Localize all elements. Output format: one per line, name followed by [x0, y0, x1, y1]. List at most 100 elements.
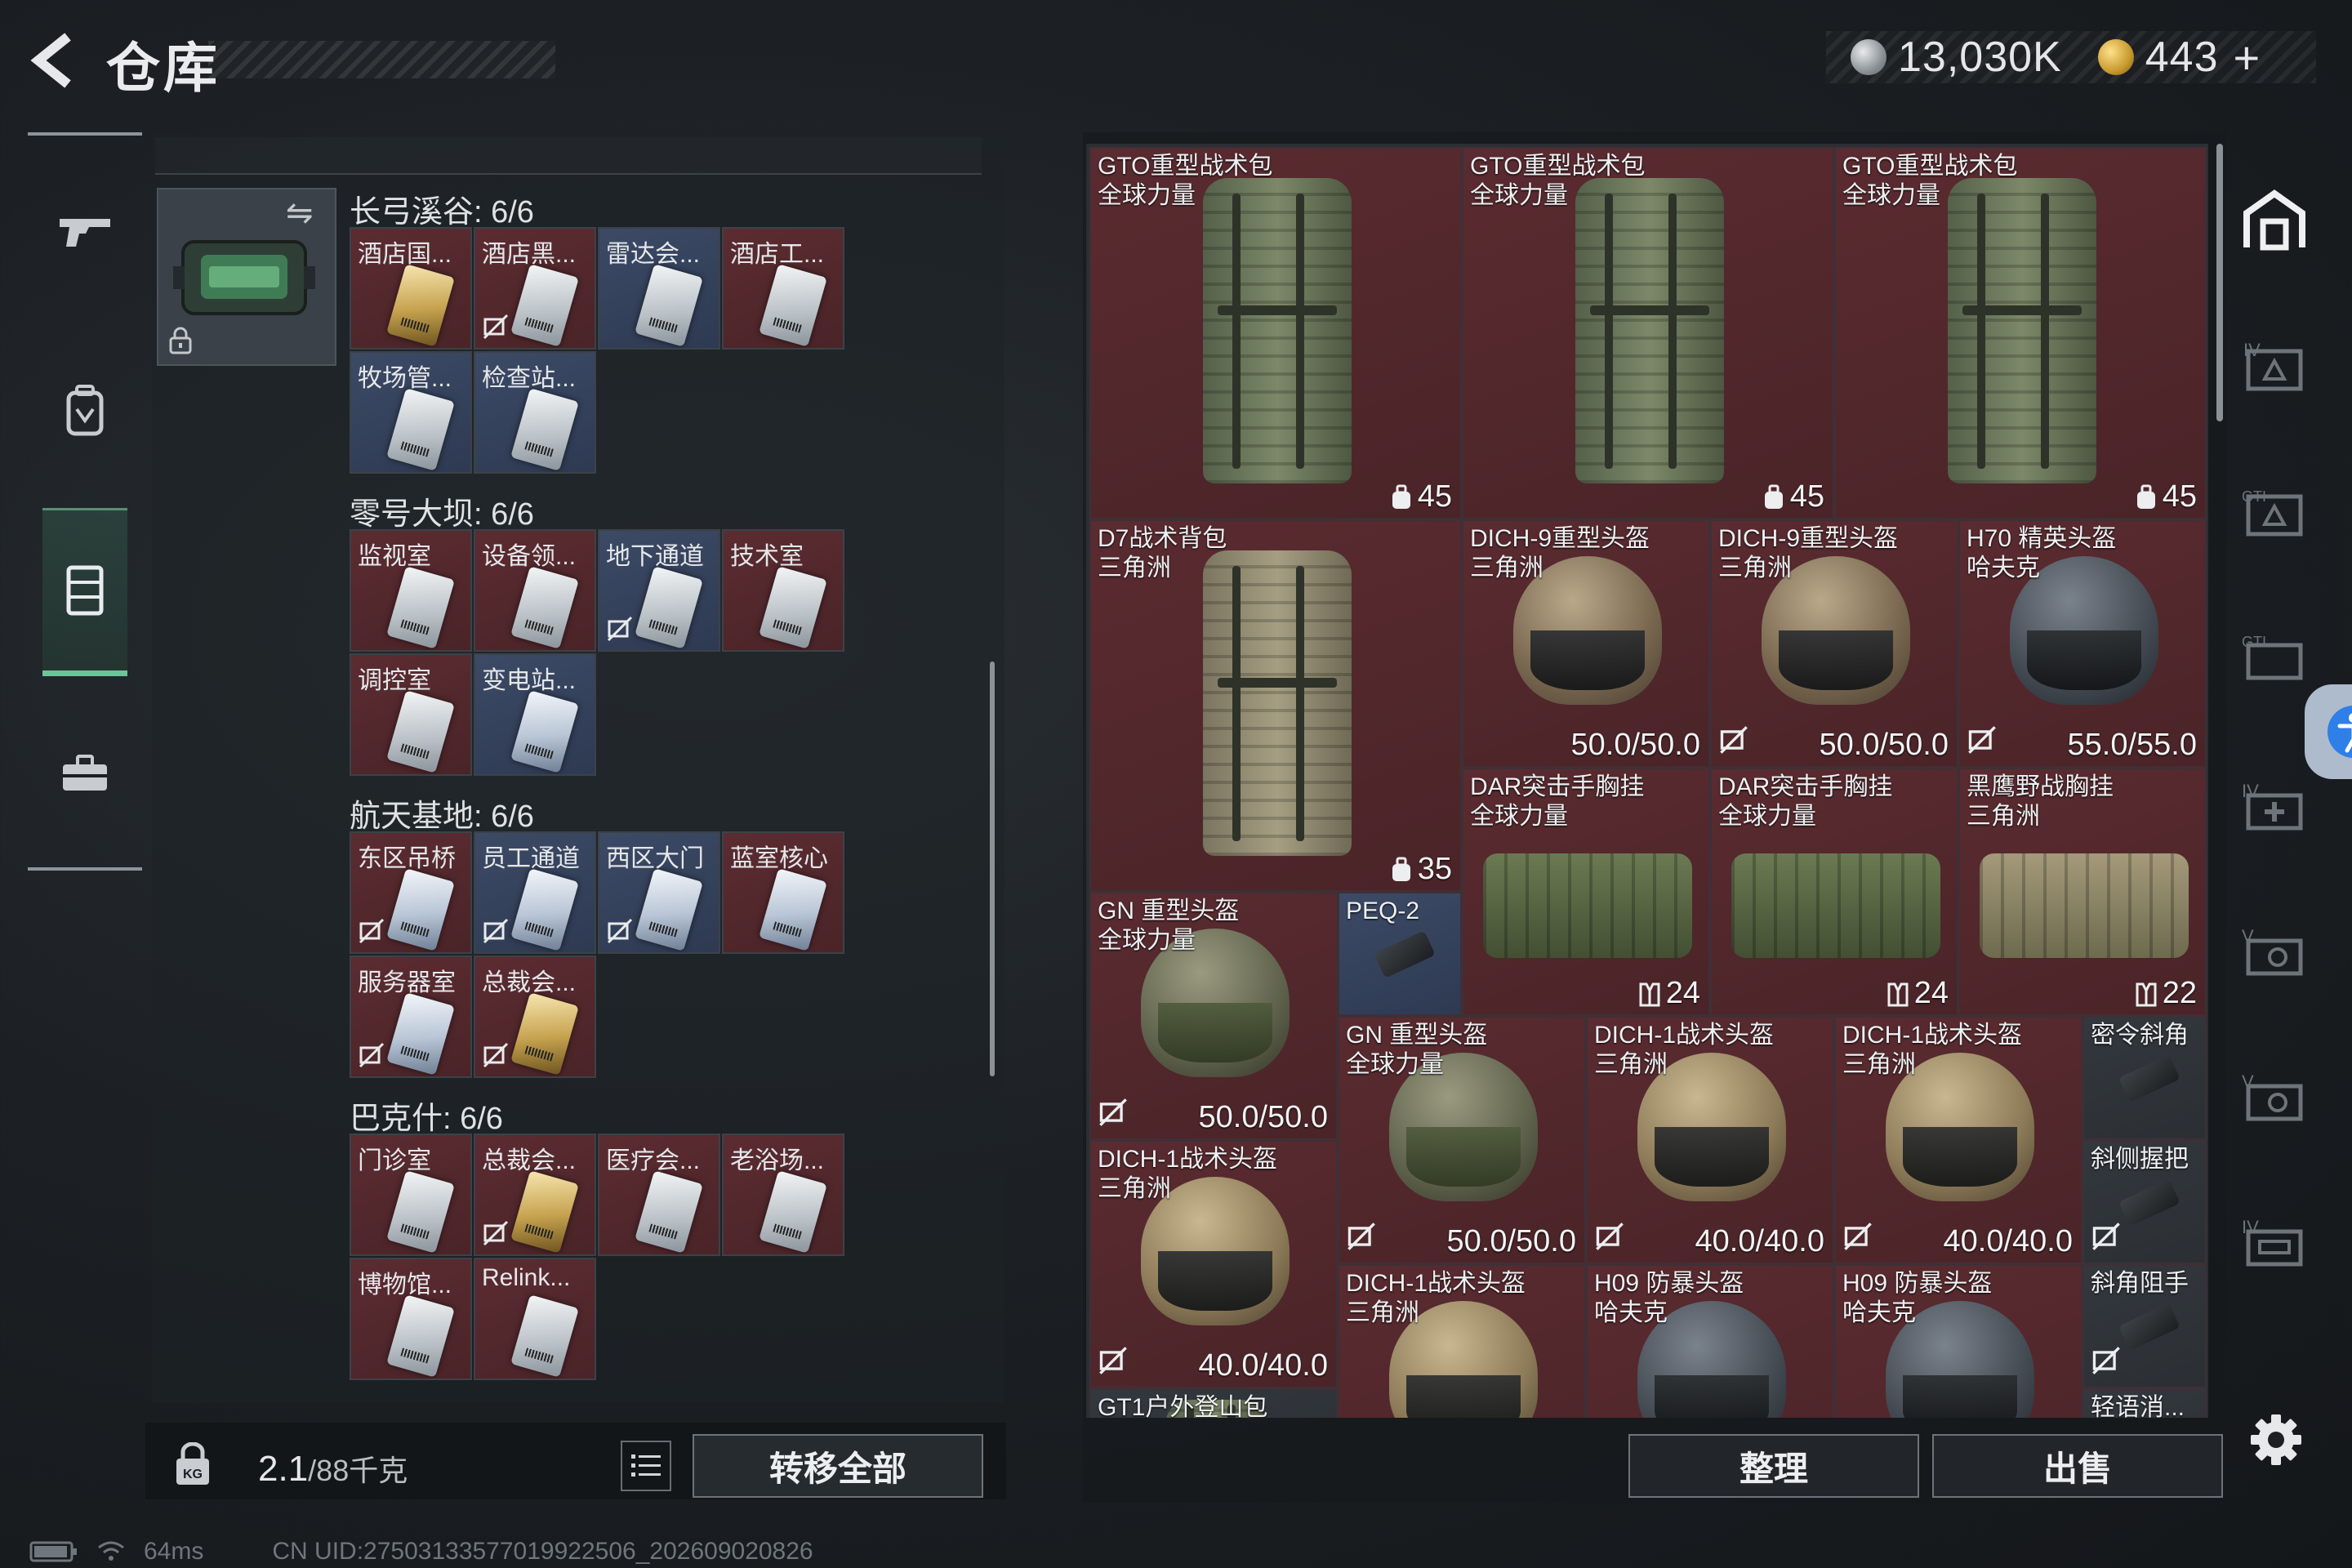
nav-supplies[interactable]: [42, 712, 127, 835]
item-name-block: GTO重型战术包 全球力量: [1098, 152, 1272, 211]
sell-button[interactable]: 出售: [1932, 1434, 2223, 1498]
stash-item[interactable]: DICH-1战术头盔 三角洲 40.0/40.0: [1089, 1140, 1338, 1388]
stash-item[interactable]: DAR突击手胸挂 全球力量 24: [1462, 768, 1710, 1016]
stash-item[interactable]: H09 防暴头盔 哈夫克: [1834, 1264, 2082, 1418]
transfer-all-button[interactable]: 转移全部: [693, 1434, 983, 1498]
stash-item[interactable]: DICH-1战术头盔 三角洲: [1338, 1264, 1586, 1418]
keycard-slot[interactable]: 员工通道: [474, 831, 596, 954]
keycard-slot[interactable]: 调控室: [350, 653, 472, 776]
keycard-slot[interactable]: 酒店黑...: [474, 227, 596, 350]
list-view-button[interactable]: [621, 1441, 671, 1491]
stash-tab-7[interactable]: V: [2230, 1054, 2319, 1143]
gold-coin-icon: [2097, 39, 2134, 75]
keycard-slot[interactable]: 老浴场...: [722, 1134, 844, 1256]
keycard-scrollbar[interactable]: [990, 662, 995, 1076]
stash-item[interactable]: DICH-1战术头盔 三角洲 40.0/40.0: [1834, 1016, 2082, 1264]
stash-item[interactable]: 黑鹰野战胸挂 三角洲 22: [1958, 768, 2207, 1016]
stash-item[interactable]: GN 重型头盔 全球力量 50.0/50.0: [1089, 892, 1338, 1140]
stash-item[interactable]: 斜侧握把: [2082, 1140, 2207, 1264]
svg-text:IV: IV: [2242, 781, 2259, 801]
stash-item[interactable]: GTO重型战术包 全球力量 45: [1834, 147, 2207, 519]
item-name: DICH-1战术头盔: [1346, 1270, 1526, 1297]
stash-scrollbar[interactable]: [2216, 144, 2223, 421]
item-faction: 全球力量: [1098, 927, 1196, 954]
keycard-slot[interactable]: 总裁会...: [474, 956, 596, 1078]
stash-tab-2[interactable]: IV: [2230, 322, 2319, 412]
keycard-label: 调控室: [358, 667, 431, 694]
keycard-slot[interactable]: 蓝室核心: [722, 831, 844, 954]
stash-tab-8[interactable]: IV: [2230, 1199, 2319, 1289]
stash-item[interactable]: 斜角阻手: [2082, 1264, 2207, 1388]
keycard-slot[interactable]: 设备领...: [474, 529, 596, 652]
keycard-slot[interactable]: 雷达会...: [598, 227, 720, 350]
stash-item[interactable]: GTO重型战术包 全球力量 45: [1089, 147, 1462, 519]
stash-item[interactable]: 密令斜角: [2082, 1016, 2207, 1140]
keycard-slot[interactable]: 博物馆...: [350, 1258, 472, 1380]
keycard-slot[interactable]: 酒店工...: [722, 227, 844, 350]
item-value: 24: [1886, 976, 1949, 1011]
keycard-slot[interactable]: 酒店国...: [350, 227, 472, 350]
silver-amount: 13,030K: [1898, 33, 2062, 81]
keycard-image: [635, 868, 703, 951]
sort-button[interactable]: 整理: [1628, 1434, 1919, 1498]
stash-item[interactable]: DICH-1战术头盔 三角洲 40.0/40.0: [1586, 1016, 1834, 1264]
item-name-block: GN 重型头盔 全球力量: [1346, 1021, 1487, 1080]
keycard-slot[interactable]: 东区吊桥: [350, 831, 472, 954]
keycard-slot[interactable]: 检查站...: [474, 351, 596, 474]
stash-item[interactable]: DICH-9重型头盔 三角洲 50.0/50.0: [1710, 519, 1958, 768]
stash-item[interactable]: D7战术背包 三角洲 35: [1089, 519, 1462, 892]
keycard-slot[interactable]: Relink...: [474, 1258, 596, 1380]
stash-item[interactable]: 轻语消...: [2082, 1388, 2207, 1418]
keycard-slot[interactable]: 西区大门: [598, 831, 720, 954]
stash-home-tab[interactable]: [2230, 175, 2319, 265]
stash-item[interactable]: H09 防暴头盔 哈夫克: [1586, 1264, 1834, 1418]
stash-item[interactable]: GTO重型战术包 全球力量 45: [1462, 147, 1834, 519]
keycard-slot[interactable]: 总裁会...: [474, 1134, 596, 1256]
nav-weapons[interactable]: [42, 170, 127, 292]
stash-item[interactable]: DICH-9重型头盔 三角洲 50.0/50.0: [1462, 519, 1710, 768]
keycard-slot[interactable]: 地下通道: [598, 529, 720, 652]
stash-item[interactable]: PEQ-2: [1338, 892, 1462, 1016]
toolbox-icon: [63, 755, 107, 791]
svg-text:KG: KG: [183, 1468, 203, 1481]
stash-tab-5[interactable]: IV: [2230, 763, 2319, 853]
keycard-slot[interactable]: 监视室: [350, 529, 472, 652]
item-name-block: DICH-1战术头盔 三角洲: [1594, 1021, 1774, 1080]
stash-tab-3[interactable]: GTI: [2230, 467, 2319, 557]
keycard-slot[interactable]: 变电站...: [474, 653, 596, 776]
item-faction: 三角洲: [1842, 1051, 1916, 1078]
keycard-image: [759, 566, 827, 649]
settings-button[interactable]: [2243, 1406, 2310, 1473]
weight-lock-icon[interactable]: KG: [167, 1441, 219, 1488]
add-currency-button[interactable]: +: [2234, 31, 2261, 84]
item-faction: 三角洲: [1346, 1299, 1419, 1326]
nav-equipment[interactable]: [42, 350, 127, 472]
item-faction: 三角洲: [1967, 803, 2040, 830]
item-name: GN 重型头盔: [1098, 898, 1240, 924]
item-faction: 哈夫克: [1842, 1299, 1916, 1326]
keycard-slot[interactable]: 门诊室: [350, 1134, 472, 1256]
item-name-block: GTO重型战术包 全球力量: [1470, 152, 1645, 211]
stash-item[interactable]: GT1户外登山包: [1089, 1388, 1338, 1418]
item-value-text: 50.0/50.0: [1198, 1100, 1328, 1134]
keycard-slot[interactable]: 技术室: [722, 529, 844, 652]
keycard-label: 蓝室核心: [730, 845, 828, 872]
untradeable-icon: [606, 917, 634, 949]
nav-storage[interactable]: [42, 508, 127, 676]
item-name-block: GT1户外登山包: [1098, 1393, 1267, 1418]
panel-header-bar: [155, 137, 982, 175]
stash-tab-6[interactable]: V: [2230, 908, 2319, 998]
item-value: 40.0/40.0: [1199, 1348, 1328, 1383]
keycard-slot[interactable]: 服务器室: [350, 956, 472, 1078]
stash-tab-4[interactable]: GTI: [2230, 612, 2319, 702]
stash-item[interactable]: GN 重型头盔 全球力量 50.0/50.0: [1338, 1016, 1586, 1264]
keycard-slot[interactable]: 医疗会...: [598, 1134, 720, 1256]
keycard-image: [635, 264, 703, 347]
back-button[interactable]: [24, 29, 82, 91]
keycard-slot[interactable]: 牧场管...: [350, 351, 472, 474]
stash-grid: GTO重型战术包 全球力量 45 GTO重型战术包 全球力量 45 GTO重型战术包 全球力量…: [1086, 144, 2208, 1418]
stash-item[interactable]: H70 精英头盔 哈夫克 55.0/55.0: [1958, 519, 2207, 768]
stash-item[interactable]: DAR突击手胸挂 全球力量 24: [1710, 768, 1958, 1016]
swap-icon[interactable]: ⇋: [286, 194, 314, 232]
item-faction: 三角洲: [1098, 555, 1171, 581]
